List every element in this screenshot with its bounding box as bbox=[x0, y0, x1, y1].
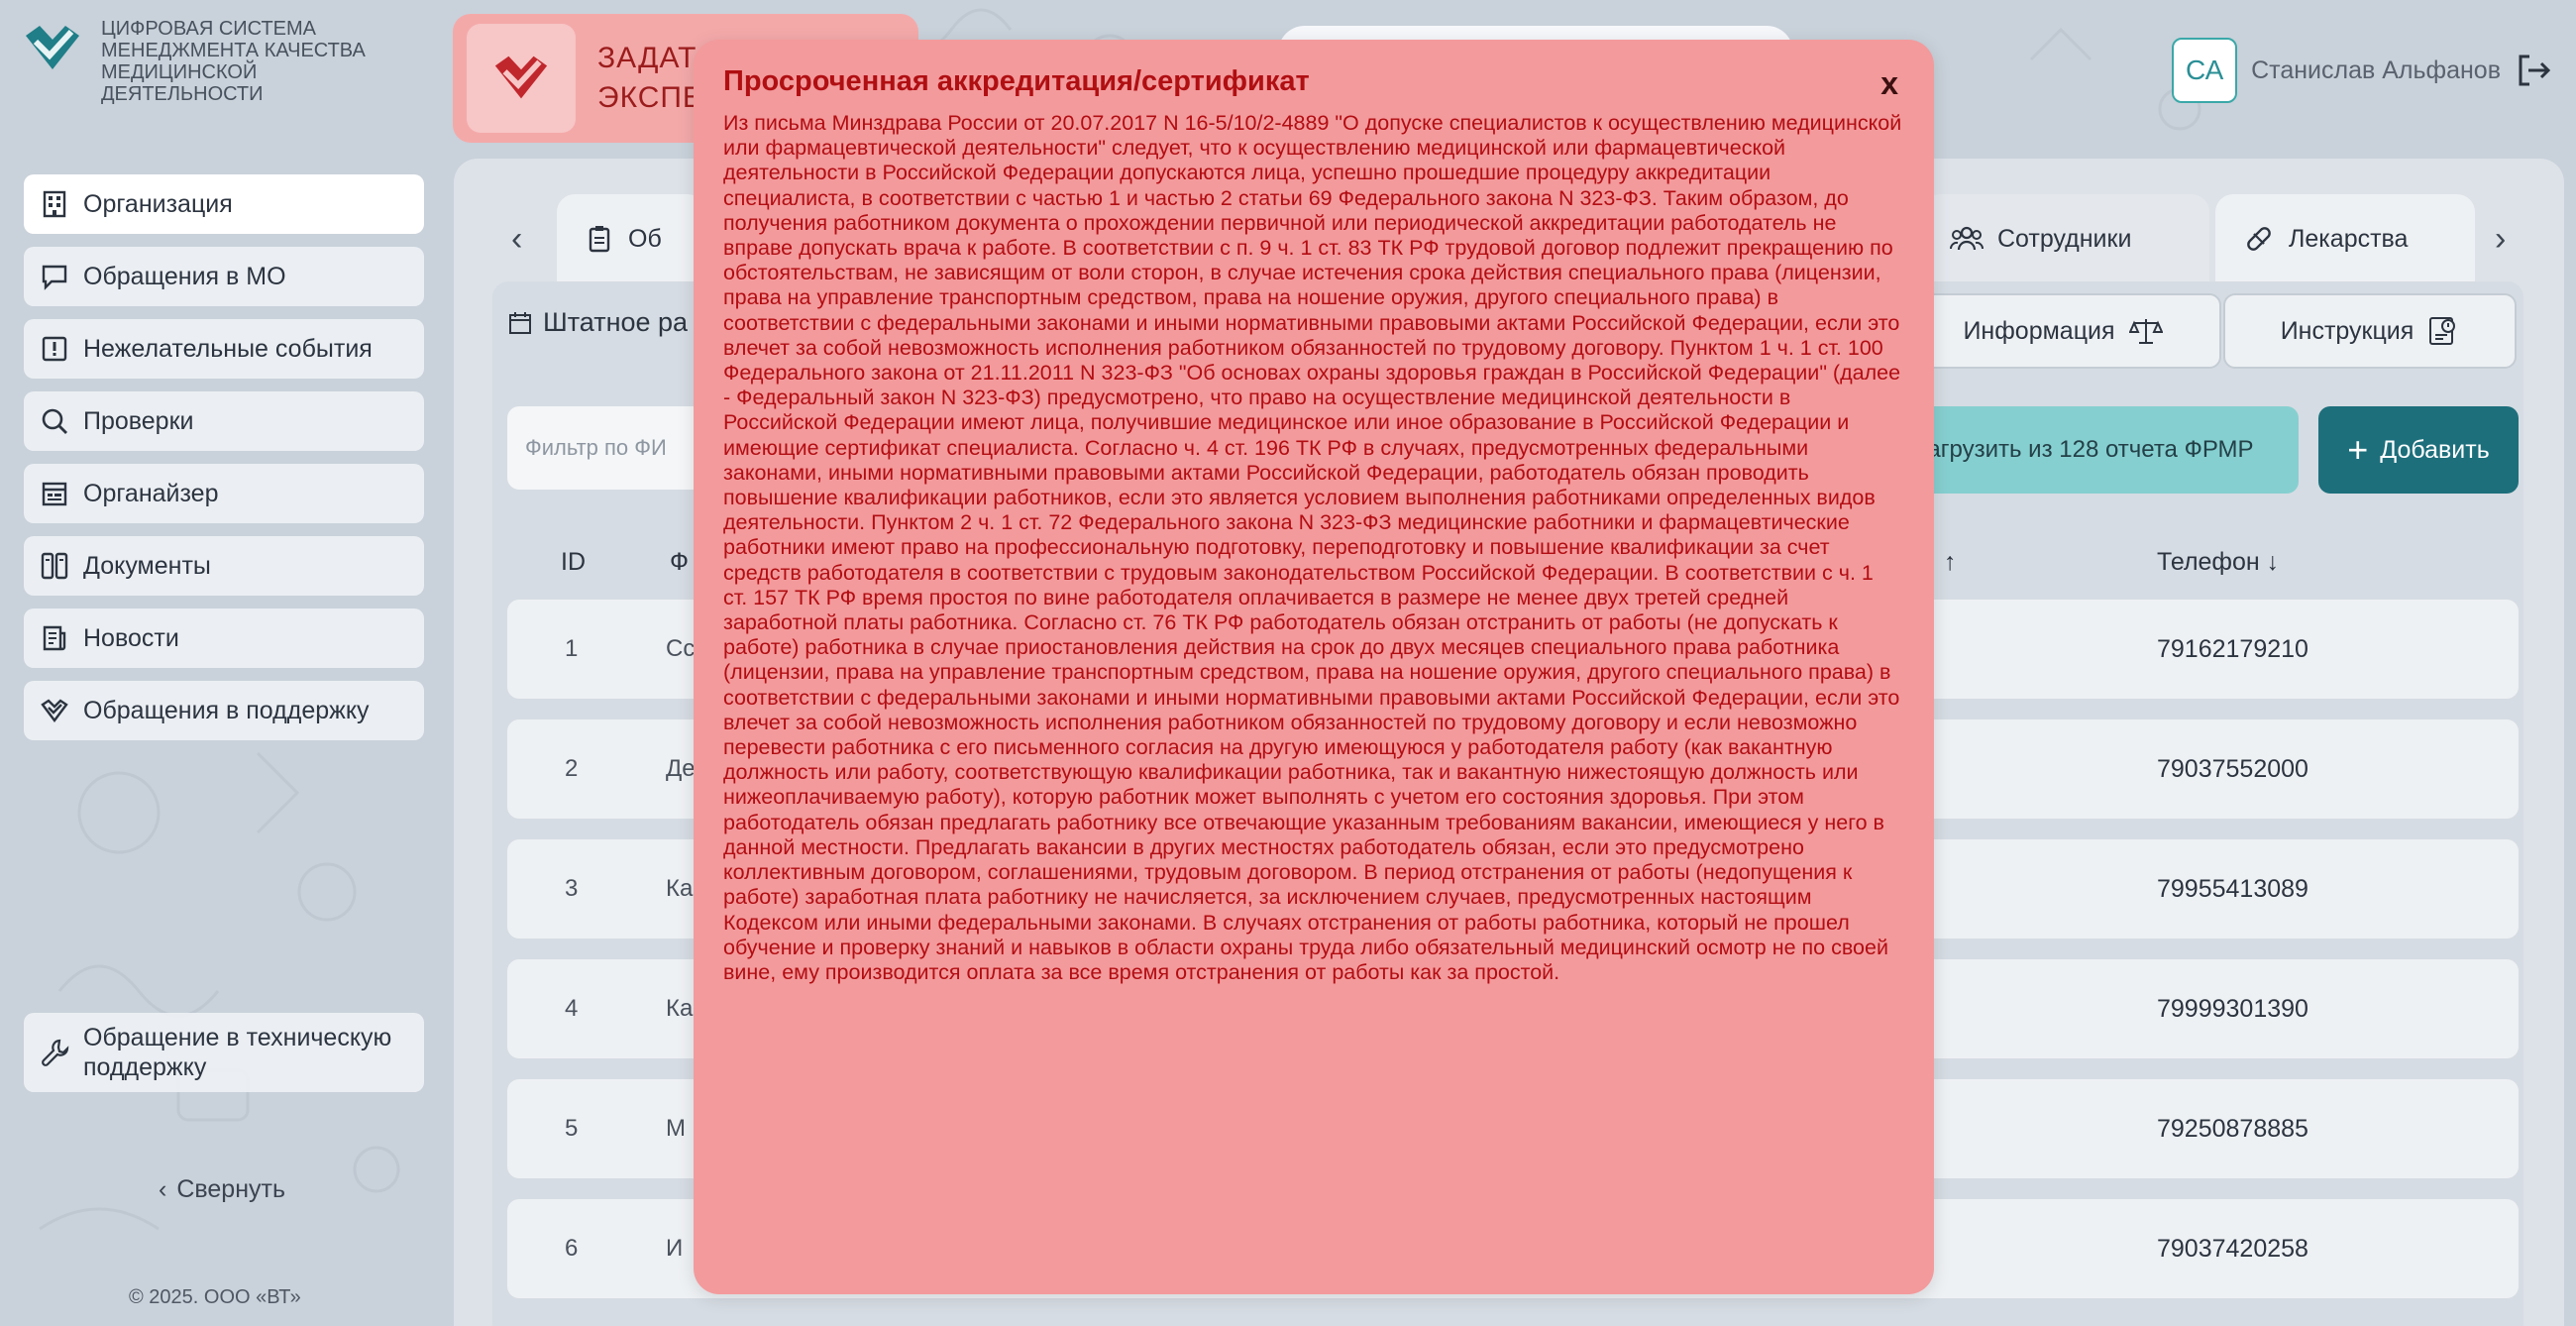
cell-phone: 79999301390 bbox=[2157, 995, 2308, 1023]
collapse-label: Свернуть bbox=[176, 1175, 285, 1203]
tab-label: Лекарства bbox=[2289, 224, 2409, 253]
cell-id: 3 bbox=[565, 875, 579, 902]
tab-staff[interactable]: Сотрудники bbox=[1922, 194, 2209, 283]
app-logo[interactable]: ЦИФРОВАЯ СИСТЕМА МЕНЕДЖМЕНТА КАЧЕСТВА МЕ… bbox=[22, 18, 418, 105]
instruction-icon bbox=[2429, 317, 2456, 345]
avatar[interactable]: СА bbox=[2172, 38, 2238, 103]
cell-phone: 79037420258 bbox=[2157, 1235, 2308, 1263]
cell-phone: 79162179210 bbox=[2157, 635, 2308, 663]
tech-support-label: Обращение в техническую поддержку bbox=[83, 1024, 392, 1081]
task-title-line1: ЗАДАТ bbox=[597, 42, 698, 74]
info-button[interactable]: Информация bbox=[1904, 293, 2221, 369]
documents-icon bbox=[41, 552, 68, 580]
sidebar-item-label: Документы bbox=[83, 551, 211, 580]
sidebar-item-organization[interactable]: Организация bbox=[24, 174, 424, 234]
column-header-phone[interactable]: Телефон ↓ bbox=[2157, 548, 2279, 577]
cell-name: Ка bbox=[666, 875, 694, 902]
scales-icon bbox=[2128, 319, 2163, 344]
user-name[interactable]: Станислав Альфанов bbox=[2251, 56, 2501, 85]
sidebar-item-news[interactable]: Новости bbox=[24, 608, 424, 668]
logo-check-icon bbox=[26, 26, 79, 69]
tabs-next-arrow[interactable]: › bbox=[2495, 220, 2506, 259]
sidebar-item-support-appeals[interactable]: Обращения в поддержку bbox=[24, 681, 424, 740]
cell-phone: 79955413089 bbox=[2157, 875, 2308, 903]
cell-name: Сс bbox=[666, 635, 696, 662]
tech-support-button[interactable]: Обращение в техническую поддержку bbox=[24, 1013, 424, 1092]
sidebar-item-label: Нежелательные события bbox=[83, 334, 373, 363]
chevron-left-icon: ‹ bbox=[159, 1175, 167, 1203]
message-icon bbox=[42, 265, 67, 290]
sidebar-item-appeals-mo[interactable]: Обращения в МО bbox=[24, 247, 424, 306]
expired-accreditation-modal: Просроченная аккредитация/сертификат x И… bbox=[694, 40, 1934, 1294]
task-icon-box bbox=[467, 24, 576, 133]
sidebar-item-adverse-events[interactable]: Нежелательные события bbox=[24, 319, 424, 379]
cell-id: 2 bbox=[565, 755, 579, 782]
column-header-id[interactable]: ID bbox=[561, 548, 586, 577]
wrench-icon bbox=[42, 1039, 69, 1066]
collapse-sidebar-button[interactable]: ‹ Свернуть bbox=[159, 1175, 285, 1204]
copyright: © 2025. ООО «ВТ» bbox=[129, 1286, 301, 1308]
sidebar: Организация Обращения в МО Нежелательные… bbox=[24, 174, 424, 753]
instruction-button[interactable]: Инструкция bbox=[2223, 293, 2517, 369]
tab-label: Сотрудники bbox=[1997, 224, 2132, 253]
modal-title: Просроченная аккредитация/сертификат bbox=[723, 65, 1310, 97]
cell-id: 6 bbox=[565, 1235, 579, 1262]
logo-text: ЦИФРОВАЯ СИСТЕМА МЕНЕДЖМЕНТА КАЧЕСТВА МЕ… bbox=[101, 18, 366, 105]
instruction-button-label: Инструкция bbox=[2280, 316, 2415, 345]
sidebar-item-label: Новости bbox=[83, 623, 179, 652]
column-header-sort-marker[interactable]: ↑ bbox=[1944, 548, 1957, 577]
sidebar-item-documents[interactable]: Документы bbox=[24, 536, 424, 596]
task-title: ЗАДАТ ЭКСПЕ bbox=[597, 39, 703, 118]
cell-name: Ка bbox=[666, 995, 694, 1022]
calendar-icon bbox=[509, 311, 531, 334]
news-icon bbox=[43, 625, 66, 651]
load-from-frmr-button[interactable]: агрузить из 128 отчета ФРМР bbox=[1882, 406, 2299, 494]
task-title-line2: ЭКСПЕ bbox=[597, 81, 703, 114]
clipboard-icon bbox=[589, 226, 610, 253]
sidebar-item-label: Обращения в МО bbox=[83, 262, 286, 290]
organizer-icon bbox=[42, 482, 67, 506]
brand-check-icon bbox=[494, 55, 548, 99]
sidebar-item-label: Организация bbox=[83, 189, 233, 218]
tabs-prev-arrow[interactable]: ‹ bbox=[511, 220, 522, 259]
sidebar-item-label: Органайзер bbox=[83, 479, 219, 507]
info-button-label: Информация bbox=[1963, 316, 2115, 345]
logout-icon[interactable] bbox=[2515, 51, 2554, 90]
add-button[interactable]: + Добавить bbox=[2318, 406, 2519, 494]
cell-phone: 79037552000 bbox=[2157, 755, 2308, 783]
tab-overview[interactable]: Об bbox=[557, 194, 705, 283]
cell-name: М bbox=[666, 1115, 686, 1142]
user-block: СА Станислав Альфанов bbox=[2172, 38, 2554, 103]
cell-id: 1 bbox=[565, 635, 579, 662]
sidebar-item-label: Проверки bbox=[83, 406, 194, 435]
cell-id: 4 bbox=[565, 995, 579, 1022]
tab-label: Об bbox=[628, 224, 662, 253]
cell-name: Де bbox=[666, 755, 696, 782]
staff-schedule-label: Штатное ра bbox=[507, 307, 688, 338]
tab-medicines[interactable]: Лекарства bbox=[2215, 194, 2475, 283]
plus-icon: + bbox=[2347, 429, 2369, 470]
modal-body-text: Из письма Минздрава России от 20.07.2017… bbox=[723, 111, 1902, 984]
building-icon bbox=[43, 190, 66, 218]
add-button-label: Добавить bbox=[2380, 435, 2490, 464]
staff-label-text: Штатное ра bbox=[543, 307, 689, 337]
pill-icon bbox=[2247, 227, 2271, 251]
cell-name: И bbox=[666, 1235, 684, 1262]
cell-id: 5 bbox=[565, 1115, 579, 1142]
search-icon bbox=[42, 408, 67, 434]
sidebar-item-inspections[interactable]: Проверки bbox=[24, 391, 424, 451]
alert-icon bbox=[42, 336, 67, 362]
column-header-name[interactable]: Ф bbox=[670, 548, 689, 577]
users-icon bbox=[1950, 226, 1984, 251]
support-check-icon bbox=[41, 699, 68, 722]
sidebar-item-organizer[interactable]: Органайзер bbox=[24, 464, 424, 523]
sidebar-item-label: Обращения в поддержку bbox=[83, 696, 370, 724]
close-icon[interactable]: x bbox=[1880, 65, 1898, 102]
cell-phone: 79250878885 bbox=[2157, 1115, 2308, 1143]
